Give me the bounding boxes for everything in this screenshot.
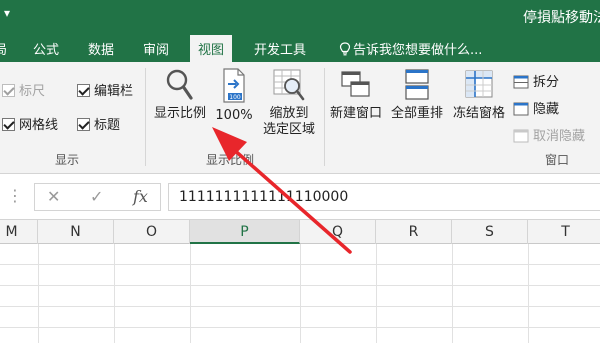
column-header-o[interactable]: O (114, 220, 190, 244)
window-title: 停損點移動法 (523, 10, 600, 26)
arrange-all-icon (405, 69, 429, 100)
title-bar: ▾ 停損點移動法 (0, 0, 600, 32)
group-separator (324, 68, 325, 166)
tab-developer[interactable]: 开发工具 (254, 39, 306, 58)
column-line (300, 244, 301, 343)
column-headers: M N O P Q R S T (0, 220, 600, 244)
zoom-to-selection-button[interactable]: 缩放到 选定区域 (258, 68, 320, 138)
group-label-zoom: 显示比例 (206, 153, 255, 167)
new-window-icon (341, 71, 370, 97)
column-header-p[interactable]: P (190, 220, 300, 244)
ribbon-tabs: 局 公式 数据 审阅 视图 开发工具 告诉我您想要做什么... (0, 32, 600, 62)
formula-buttons: ✕ ✓ fx (34, 183, 161, 211)
unhide-window-icon (513, 129, 529, 143)
enter-icon[interactable]: ✓ (90, 187, 103, 206)
checkbox-box (77, 84, 90, 97)
column-line (376, 244, 377, 343)
formula-bar: ⋮ ✕ ✓ fx 1111111111111110000 (0, 174, 600, 220)
tell-me-text: 告诉我您想要做什么... (353, 43, 483, 58)
checkbox-box (2, 84, 15, 97)
checkbox-box (77, 118, 90, 131)
tab-formulas[interactable]: 公式 (33, 39, 59, 58)
freeze-panes-icon (465, 70, 493, 98)
column-header-q[interactable]: Q (300, 220, 376, 244)
magnifier-icon (166, 69, 193, 100)
group-label-window: 窗口 (545, 153, 570, 167)
ruler-checkbox[interactable]: 标尺 (2, 80, 45, 99)
hide-button[interactable]: 隐藏 (513, 98, 559, 117)
formula-bar-grip[interactable]: ⋮ (7, 186, 23, 205)
ribbon-view: 标尺 编辑栏 网格线 标题 显示 显示比例 100 100% 缩放到 选定区域 … (0, 62, 600, 174)
arrange-all-button[interactable]: 全部重排 (388, 68, 446, 122)
tab-view[interactable]: 视图 (190, 35, 233, 62)
column-line (452, 244, 453, 343)
cancel-icon[interactable]: ✕ (47, 187, 60, 206)
zoom-100-icon: 100 (223, 68, 245, 103)
svg-text:100: 100 (229, 94, 241, 101)
column-line (114, 244, 115, 343)
column-line (38, 244, 39, 343)
split-icon (513, 75, 529, 89)
zoom-button[interactable]: 显示比例 (150, 68, 210, 122)
tab-data[interactable]: 数据 (88, 39, 114, 58)
column-header-r[interactable]: R (376, 220, 452, 244)
gridlines-checkbox[interactable]: 网格线 (2, 114, 58, 133)
column-line (190, 244, 191, 343)
tab-review[interactable]: 审阅 (143, 39, 169, 58)
tab-layout[interactable]: 局 (0, 39, 7, 58)
lightbulb-icon (339, 42, 351, 56)
excel-window: ▾ 停損點移動法 局 公式 数据 审阅 视图 开发工具 告诉我您想要做什么...… (0, 0, 600, 343)
quick-access-dropdown-icon[interactable]: ▾ (4, 6, 10, 20)
unhide-button[interactable]: 取消隐藏 (513, 125, 585, 144)
insert-function-icon[interactable]: fx (133, 187, 148, 206)
freeze-panes-button[interactable]: 冻结窗格 (448, 68, 510, 122)
column-header-s[interactable]: S (452, 220, 528, 244)
zoom-100-button[interactable]: 100 100% (212, 68, 256, 124)
cell-grid[interactable] (0, 244, 600, 343)
column-header-m[interactable]: M (0, 220, 38, 244)
column-line (528, 244, 529, 343)
formula-input[interactable]: 1111111111111110000 (168, 183, 600, 211)
formula-bar-checkbox[interactable]: 编辑栏 (77, 80, 133, 99)
tell-me-search[interactable]: 告诉我您想要做什么... (339, 39, 482, 58)
headings-checkbox[interactable]: 标题 (77, 114, 120, 133)
column-header-t[interactable]: T (528, 220, 600, 244)
zoom-to-selection-icon (273, 69, 305, 101)
column-header-n[interactable]: N (38, 220, 114, 244)
new-window-button[interactable]: 新建窗口 (326, 68, 386, 122)
split-button[interactable]: 拆分 (513, 71, 559, 90)
checkbox-box (2, 118, 15, 131)
hide-window-icon (513, 102, 529, 116)
group-label-show: 显示 (55, 153, 80, 167)
group-separator (145, 68, 146, 166)
